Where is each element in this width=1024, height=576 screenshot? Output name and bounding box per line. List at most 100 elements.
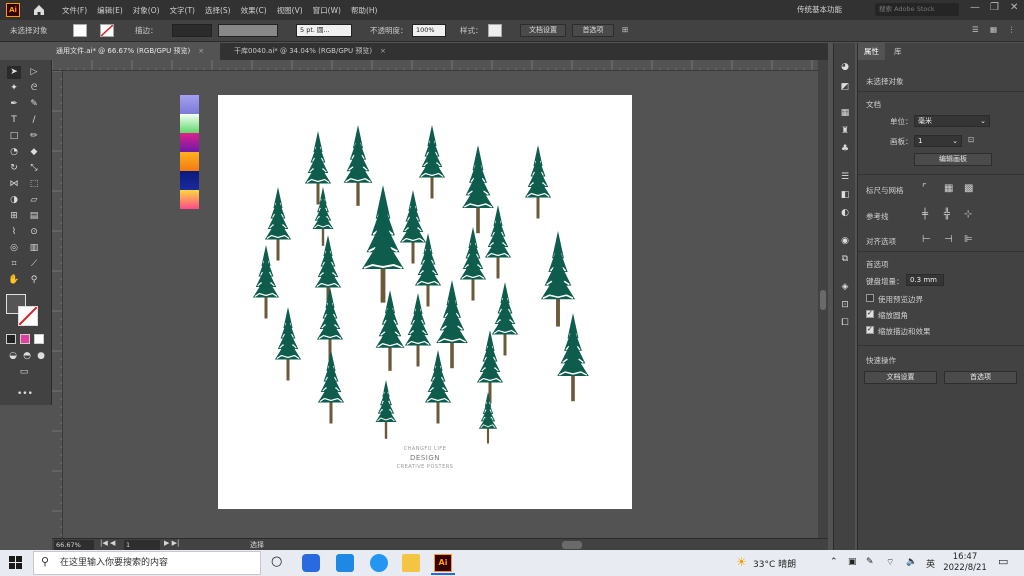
pine-tree[interactable] — [476, 330, 504, 404]
free-transform-tool-icon[interactable]: ⬚ — [27, 178, 41, 191]
eraser-tool-icon[interactable]: ◆ — [27, 146, 41, 159]
pine-tree[interactable] — [312, 187, 334, 246]
pine-tree[interactable] — [316, 287, 344, 361]
vertical-ruler[interactable] — [52, 71, 63, 538]
preview-bounds-checkbox[interactable] — [866, 294, 874, 302]
gradient-mode-icon[interactable] — [20, 334, 30, 344]
paintbrush-tool-icon[interactable]: ✏ — [27, 130, 41, 143]
gradient-swatch[interactable] — [180, 190, 199, 209]
smart-guides-icon[interactable]: ⊹ — [964, 209, 972, 220]
transparency-panel-icon[interactable]: ◐ — [838, 207, 852, 219]
rectangle-tool-icon[interactable]: □ — [7, 130, 21, 143]
shape-builder-tool-icon[interactable]: ◑ — [7, 194, 21, 207]
pine-tree[interactable] — [414, 233, 442, 307]
windows-start-icon[interactable] — [9, 556, 22, 569]
artboards-panel-icon[interactable]: ⊡ — [838, 299, 852, 311]
gradient-swatch[interactable] — [180, 114, 199, 133]
pine-tree[interactable] — [557, 313, 589, 402]
gradient-swatch[interactable] — [180, 95, 199, 114]
pine-tree[interactable] — [375, 380, 397, 439]
artboard-tool-icon[interactable]: ⌗ — [7, 258, 21, 271]
stroke-swatch[interactable] — [100, 24, 114, 37]
style-swatch[interactable] — [488, 24, 502, 37]
shaper-tool-icon[interactable]: ◔ — [7, 146, 21, 159]
illustrator-taskbar-icon[interactable]: Ai — [434, 554, 452, 572]
weather-icon[interactable]: ☀ — [736, 555, 747, 569]
horizontal-scroll-thumb[interactable] — [562, 541, 582, 549]
menu-item[interactable]: 视图(V) — [277, 5, 303, 16]
app-icon-1[interactable] — [302, 554, 320, 572]
graphic-styles-icon[interactable]: ⧉ — [838, 253, 852, 265]
menu-item[interactable]: 文件(F) — [62, 5, 87, 16]
menu-item[interactable]: 编辑(E) — [97, 5, 123, 16]
stroke-panel-icon[interactable]: ☰ — [838, 171, 852, 183]
notification-icon[interactable]: ▭ — [998, 555, 1008, 568]
menu-item[interactable]: 对象(O) — [133, 5, 160, 16]
app-logo[interactable]: Ai — [6, 3, 20, 17]
system-tray-icon[interactable]: ⌃ — [830, 557, 838, 567]
volume-icon[interactable]: 🔈 — [906, 557, 917, 567]
tab-close-icon[interactable]: × — [380, 47, 386, 55]
weather-text[interactable]: 33°C 晴朗 — [753, 557, 796, 570]
pine-tree[interactable] — [343, 125, 373, 206]
tab-document-2[interactable]: 干库0040.ai* @ 34.04% (RGB/GPU 预览) × — [230, 43, 408, 60]
pine-tree[interactable] — [459, 227, 487, 301]
artboard-select[interactable]: 1 ⌄ — [914, 135, 962, 147]
layers-panel-icon[interactable]: ◈ — [838, 281, 852, 293]
pine-tree[interactable] — [524, 145, 552, 219]
color-mode-icon[interactable] — [6, 334, 16, 344]
pine-tree[interactable] — [361, 185, 405, 303]
ime-indicator[interactable]: 英 — [926, 557, 935, 570]
app-icon-2[interactable] — [336, 554, 354, 572]
pine-tree[interactable] — [424, 350, 452, 424]
transparency-grid-icon[interactable]: ▩ — [964, 183, 973, 194]
scale-strokes-checkbox[interactable] — [866, 325, 874, 334]
draw-behind-icon[interactable]: ◓ — [20, 350, 34, 363]
perspective-grid-tool-icon[interactable]: ▱ — [27, 194, 41, 207]
eyedropper-tool-icon[interactable]: ⌇ — [7, 226, 21, 239]
wifi-icon[interactable]: ⌔ — [886, 557, 894, 568]
stock-search-input[interactable]: 搜索 Adobe Stock — [875, 3, 959, 16]
artboard-number-field[interactable]: 1 — [124, 540, 160, 550]
doc-setup-button[interactable]: 文档设置 — [520, 24, 566, 37]
pine-tree[interactable] — [436, 280, 468, 369]
minimize-icon[interactable]: — — [970, 2, 980, 13]
align-right-icon[interactable]: ⊫ — [964, 234, 973, 245]
edit-artboard-button[interactable]: 编辑画板 — [914, 153, 992, 166]
horizontal-ruler[interactable] — [52, 60, 828, 71]
more-icon[interactable]: ⋮ — [1008, 25, 1016, 34]
gradient-swatch[interactable] — [180, 171, 199, 190]
prev-artboard-icon[interactable]: |◀ ◀ — [100, 539, 115, 547]
grid-toggle-icon[interactable]: ▦ — [944, 183, 953, 194]
edit-toolbar-icon[interactable]: ••• — [17, 388, 33, 401]
task-view-icon[interactable]: ○ — [271, 554, 282, 569]
mesh-tool-icon[interactable]: ⊞ — [7, 210, 21, 223]
scale-tool-icon[interactable]: ⤡ — [27, 162, 41, 175]
rotate-tool-icon[interactable]: ↻ — [7, 162, 21, 175]
menu-item[interactable]: 帮助(H) — [351, 5, 378, 16]
pine-tree[interactable] — [462, 145, 494, 234]
pine-tree[interactable] — [317, 350, 345, 424]
selection-tool-icon[interactable]: ➤ — [7, 66, 21, 79]
draw-mode-icon[interactable]: ◒ — [6, 350, 20, 363]
zoom-field[interactable]: 66.67% — [54, 540, 94, 550]
scroll-thumb[interactable] — [820, 290, 826, 310]
screen-mode-icon[interactable]: ▭ — [17, 366, 31, 379]
pine-tree[interactable] — [274, 307, 302, 381]
links-panel-icon[interactable]: ⧠ — [838, 317, 852, 329]
pine-tree[interactable] — [491, 282, 519, 356]
preferences-panel-button[interactable]: 首选项 — [944, 371, 1017, 384]
magic-wand-tool-icon[interactable]: ✦ — [7, 82, 21, 95]
artboard[interactable]: CHANGFU LIFE DESIGN CREATIVE POSTERS — [218, 95, 632, 509]
arrange-icon[interactable]: ⊞ — [622, 25, 628, 34]
show-guides-icon[interactable]: ╪ — [922, 209, 928, 220]
appearance-panel-icon[interactable]: ◉ — [838, 235, 852, 247]
variable-width-field[interactable] — [218, 24, 278, 37]
graph-tool-icon[interactable]: ▥ — [27, 242, 41, 255]
taskbar-search-input[interactable]: 在这里输入你要搜索的内容 — [33, 551, 261, 575]
grid-icon[interactable]: ▦ — [990, 25, 997, 34]
symbols-panel-icon[interactable]: ♣ — [838, 143, 852, 155]
pine-tree[interactable] — [264, 187, 292, 261]
menu-item[interactable]: 效果(C) — [241, 5, 267, 16]
next-artboard-icon[interactable]: ▶ ▶| — [164, 539, 179, 547]
